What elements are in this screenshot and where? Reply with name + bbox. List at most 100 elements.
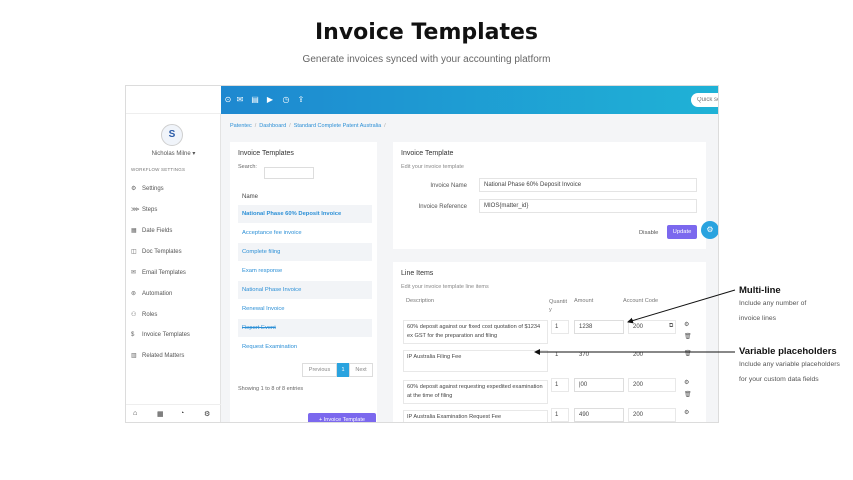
- placeholders-callout-text-1: Include any variable placeholders: [739, 361, 840, 368]
- quick-search-input[interactable]: [691, 93, 718, 107]
- line-item-account-code[interactable]: 200: [628, 408, 676, 422]
- upload-icon[interactable]: ⇪: [296, 95, 306, 105]
- invoice-template-panel: Invoice Template Edit your invoice templ…: [393, 142, 706, 249]
- placeholders-callout-title: Variable placeholders: [739, 346, 837, 357]
- template-row[interactable]: Acceptance fee invoice: [238, 224, 372, 242]
- next-page-button[interactable]: Next: [349, 363, 373, 377]
- line-item-amount[interactable]: 1238: [574, 320, 624, 334]
- multiline-callout-text-1: Include any number of: [739, 300, 807, 307]
- envelope-icon: ✉: [131, 270, 137, 276]
- trash-icon[interactable]: 🗑: [684, 333, 692, 340]
- template-row[interactable]: National Phase 60% Deposit Invoice: [238, 205, 372, 223]
- book-icon: ◫: [131, 249, 137, 255]
- invoice-template-subtitle: Edit your invoice template: [401, 164, 464, 170]
- bank-icon[interactable]: ⌂: [133, 410, 137, 417]
- line-item-amount[interactable]: 370: [574, 348, 624, 362]
- disable-button[interactable]: Disable: [639, 230, 658, 236]
- update-button[interactable]: Update: [667, 225, 697, 239]
- line-item-amount[interactable]: |00: [574, 378, 624, 392]
- hero-title: Invoice Templates: [314, 20, 539, 45]
- trash-icon[interactable]: 🗑: [684, 350, 692, 357]
- template-search-input[interactable]: [264, 167, 314, 179]
- trash-icon[interactable]: 🗑: [684, 391, 692, 398]
- page-1-button[interactable]: 1: [337, 363, 349, 377]
- sidebar-item-date-fields[interactable]: ▦ Date Fields: [131, 227, 172, 235]
- automation-icon: ⊛: [131, 291, 137, 297]
- template-row[interactable]: Exam response: [238, 262, 372, 280]
- sidebar-item-invoice-templates[interactable]: $ Invoice Templates: [131, 332, 190, 338]
- invoice-name-label: Invoice Name: [430, 183, 467, 189]
- gear-icon[interactable]: ⚙: [684, 321, 689, 328]
- line-item-quantity[interactable]: 1: [551, 378, 569, 392]
- sidebar-item-doc-templates[interactable]: ◫ Doc Templates: [131, 248, 182, 256]
- template-row[interactable]: Complete filing: [238, 243, 372, 261]
- hero-subtitle: Generate invoices synced with your accou…: [302, 54, 551, 65]
- sidebar-item-settings[interactable]: ⚙ Settings: [131, 185, 164, 193]
- breadcrumb-workflow[interactable]: Standard Complete Patent Australia: [294, 123, 381, 129]
- sidebar-item-related-matters[interactable]: ▥ Related Matters: [131, 352, 184, 360]
- palette-icon[interactable]: ◔: [180, 410, 184, 417]
- workflow-settings-label: WORKFLOW SETTINGS: [131, 167, 186, 172]
- dollar-icon: $: [131, 332, 135, 338]
- users-icon: ⚇: [131, 312, 137, 318]
- line-item-description[interactable]: IP Australia Filing Fee: [403, 350, 548, 372]
- multiline-callout-title: Multi-line: [739, 285, 781, 296]
- line-item-amount[interactable]: 490: [574, 408, 624, 422]
- multiline-callout-text-2: invoice lines: [739, 315, 777, 322]
- invoice-reference-label: Invoice Reference: [418, 204, 467, 210]
- placeholders-callout-text-2: for your custom data fields: [739, 376, 819, 383]
- line-item-description[interactable]: IP Australia Examination Request Fee: [403, 410, 548, 422]
- sidebar-item-email-templates[interactable]: ✉ Email Templates: [131, 269, 186, 277]
- search-label: Search:: [238, 164, 257, 170]
- clock-icon[interactable]: ◷: [281, 95, 291, 105]
- line-item-description[interactable]: 60% deposit against our fixed cost quota…: [403, 320, 548, 344]
- settings-float-gear-icon[interactable]: ⚙: [701, 221, 718, 239]
- app-window: S Nicholas Milne ▾ WORKFLOW SETTINGS ⚙ Se…: [125, 85, 719, 423]
- map-icon: ▥: [131, 353, 137, 359]
- sidebar-item-automation[interactable]: ⊛ Automation: [131, 290, 172, 298]
- settings-icon[interactable]: ⚙: [204, 410, 210, 418]
- invoice-template-title: Invoice Template: [401, 150, 454, 157]
- template-row[interactable]: Report Event: [238, 319, 372, 337]
- play-icon[interactable]: ▶: [265, 95, 275, 105]
- line-item-account-code[interactable]: 200: [628, 348, 676, 362]
- breadcrumb: Patentec / Dashboard / Standard Complete Pat…: [230, 123, 386, 129]
- breadcrumb-dashboard[interactable]: Dashboard: [259, 123, 286, 129]
- previous-page-button[interactable]: Previous: [302, 363, 337, 377]
- line-items-panel: Line Items Edit your invoice template li…: [393, 262, 706, 422]
- top-bar: ⊙ ✉ ▤ ▶ ◷ ⇪ ⓟ ▦: [221, 86, 718, 114]
- line-item-quantity[interactable]: 1: [551, 348, 569, 362]
- breadcrumb-patentec[interactable]: Patentec: [230, 123, 252, 129]
- calendar-icon: ▦: [131, 228, 137, 234]
- gear-icon[interactable]: ⚙: [684, 409, 689, 416]
- invoice-reference-input[interactable]: MIOS{matter_id}: [479, 199, 697, 213]
- account-code-column-header: Account Code: [623, 298, 659, 304]
- user-menu[interactable]: Nicholas Milne ▾: [126, 150, 221, 157]
- description-column-header: Description: [406, 298, 434, 304]
- line-item-account-code[interactable]: 200: [628, 378, 676, 392]
- line-items-subtitle: Edit your invoice template line items: [401, 284, 489, 290]
- grid-icon[interactable]: ▦: [157, 410, 164, 418]
- circle-arrow-icon[interactable]: ⊙: [223, 95, 233, 105]
- amount-column-header: Amount: [574, 298, 594, 304]
- line-item-description[interactable]: 60% deposit against requesting expedited…: [403, 380, 548, 404]
- invoice-templates-panel: Invoice Templates Search: Name National …: [230, 142, 377, 422]
- copy-icon[interactable]: ⧉: [669, 323, 673, 330]
- sidebar-item-roles[interactable]: ⚇ Roles: [131, 311, 157, 319]
- line-item-quantity[interactable]: 1: [551, 320, 569, 334]
- gear-icon: ⚙: [131, 186, 137, 192]
- mail-icon[interactable]: ✉: [235, 95, 245, 105]
- avatar[interactable]: S: [161, 124, 183, 146]
- sidebar-item-steps[interactable]: ⋙ Steps: [131, 206, 157, 214]
- invoice-name-input[interactable]: National Phase 60% Deposit Invoice: [479, 178, 697, 192]
- line-item-quantity[interactable]: 1: [551, 408, 569, 422]
- template-row[interactable]: Request Examination: [238, 338, 372, 356]
- add-invoice-template-button[interactable]: + Invoice Template: [308, 413, 376, 422]
- template-row[interactable]: National Phase Invoice: [238, 281, 372, 299]
- entries-count: Showing 1 to 8 of 8 entries: [238, 386, 304, 392]
- template-row[interactable]: Renewal Invoice: [238, 300, 372, 318]
- name-column-header: Name: [242, 194, 259, 200]
- gear-icon[interactable]: ⚙: [684, 379, 689, 386]
- invoice-templates-title: Invoice Templates: [238, 150, 294, 157]
- card-icon[interactable]: ▤: [250, 95, 260, 105]
